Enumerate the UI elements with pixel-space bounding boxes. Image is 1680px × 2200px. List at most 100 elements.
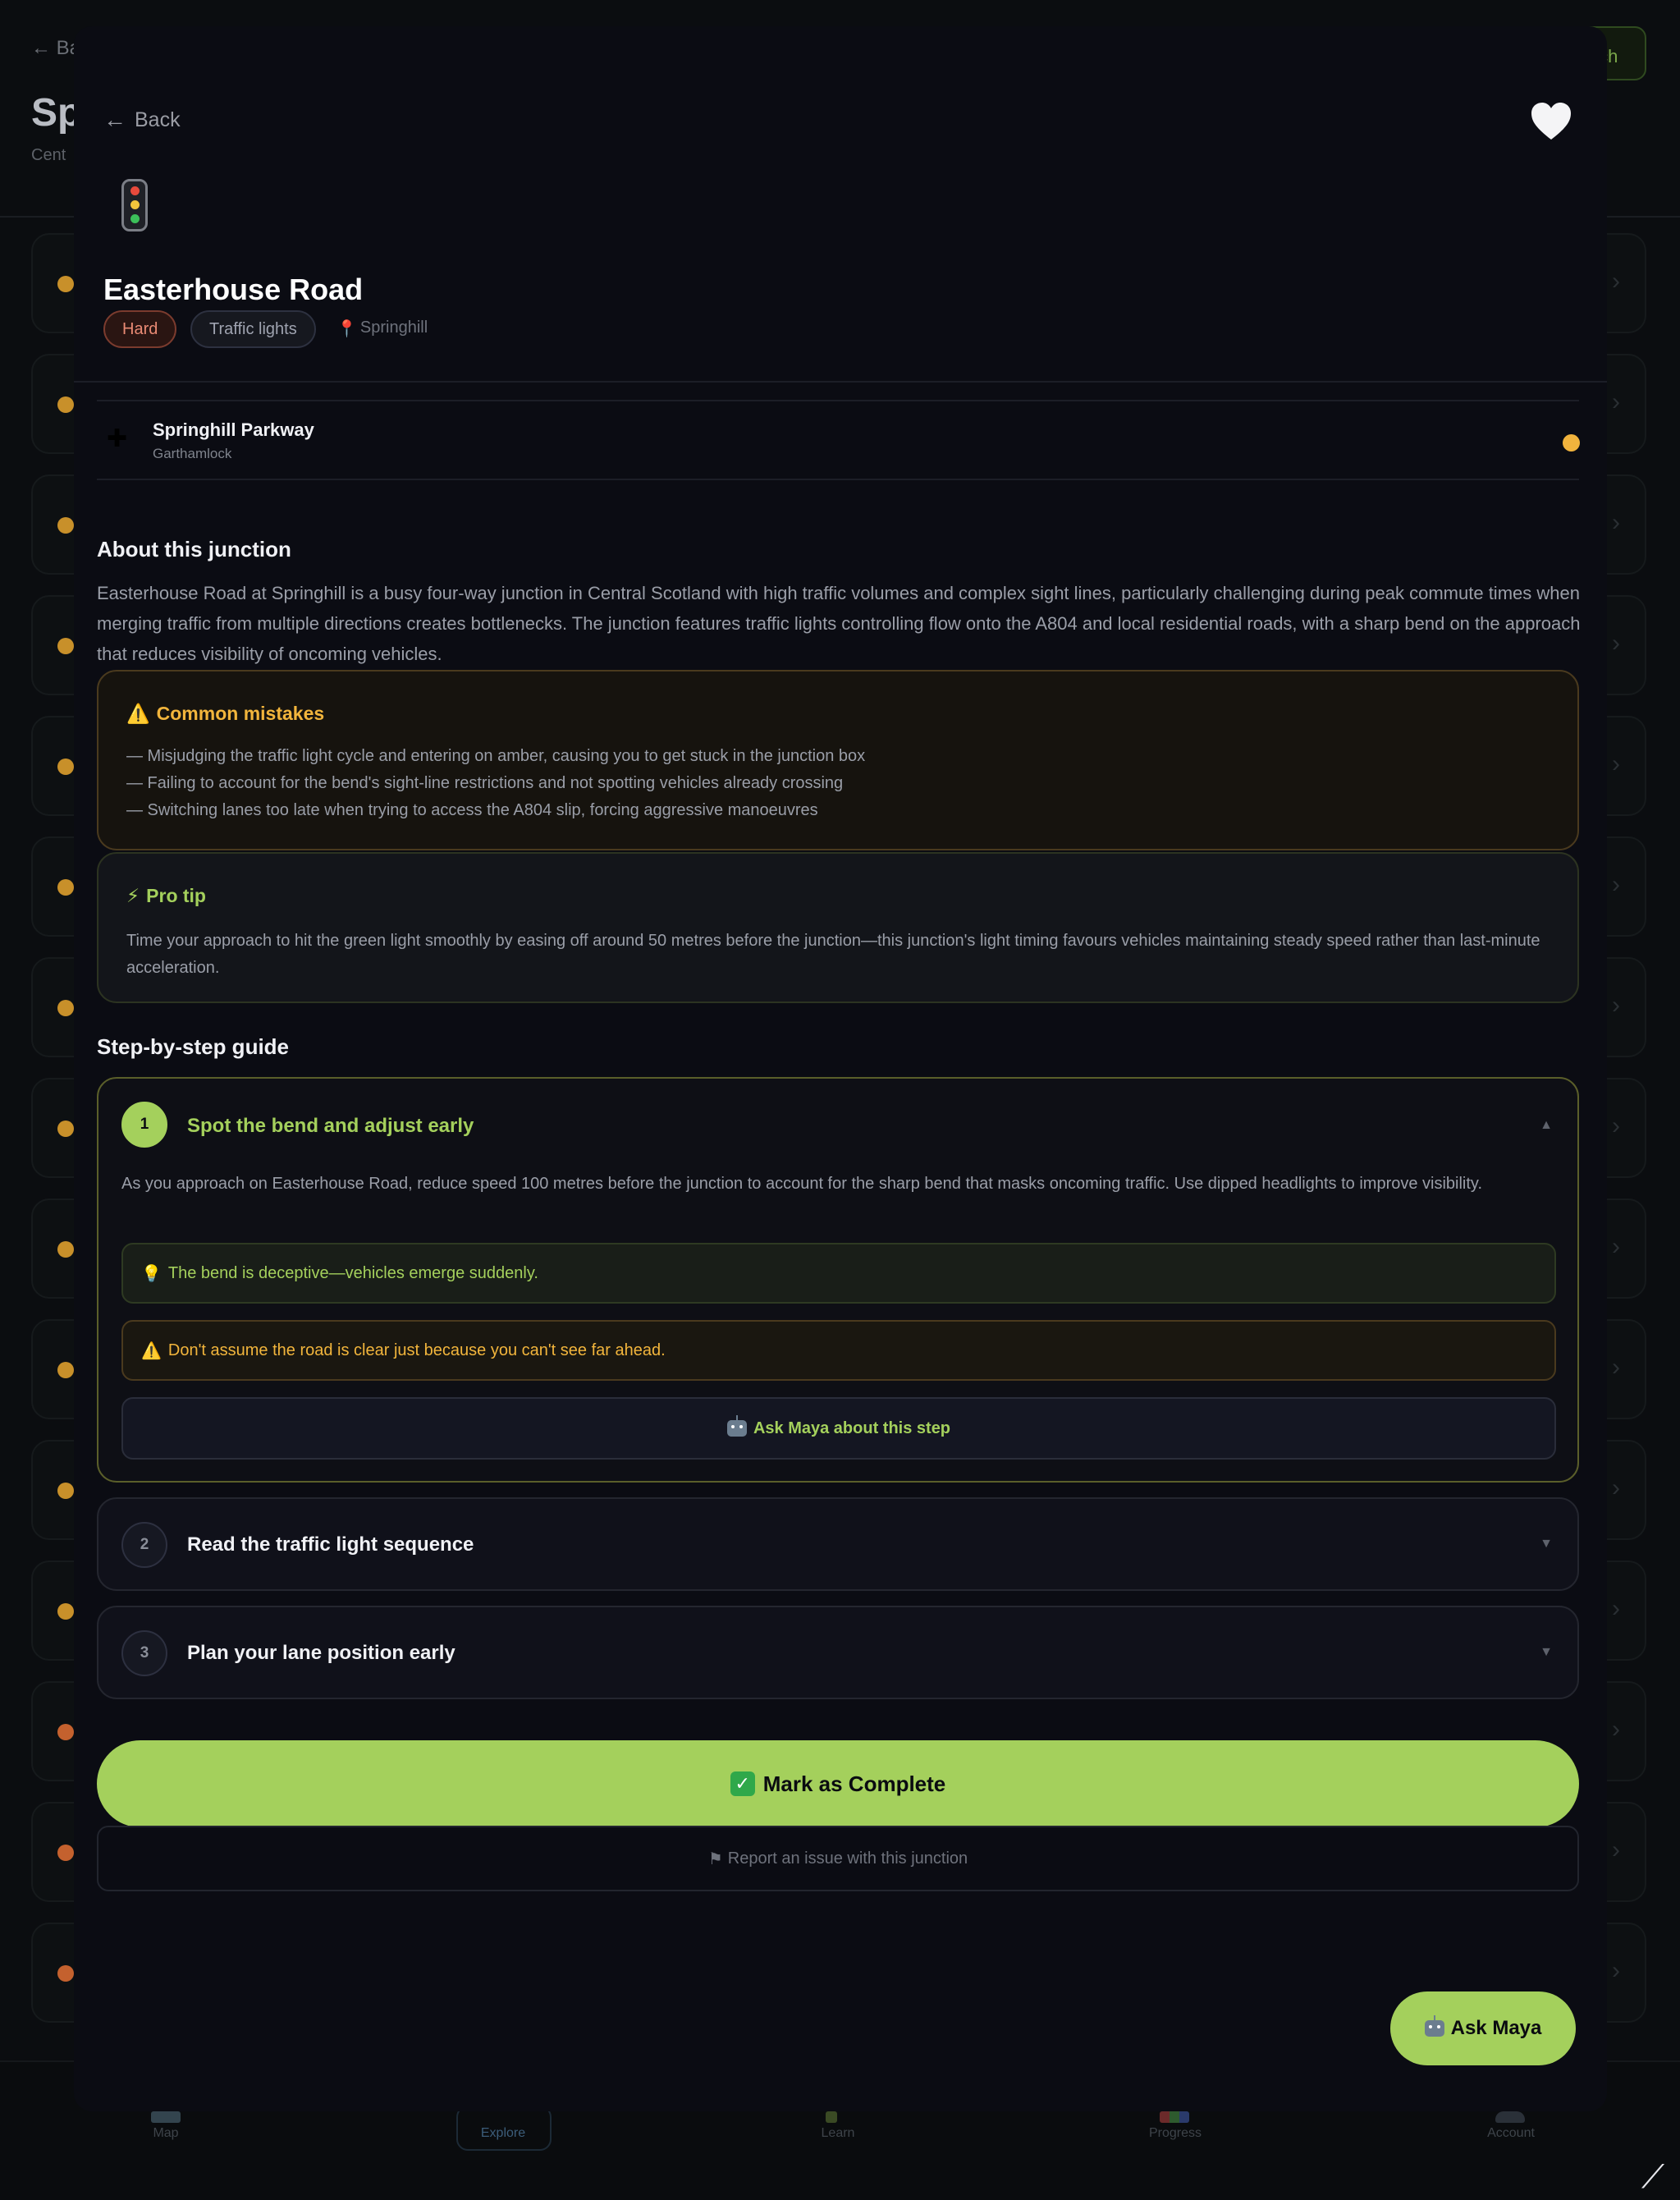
status-dot: [57, 1241, 74, 1258]
location-text: Springhill: [359, 319, 428, 337]
mistakes-heading-row: ⚠️ Common mistakes: [126, 703, 324, 725]
step-card-2[interactable]: 2 Read the traffic light sequence ▼: [97, 1497, 1579, 1591]
tip-heading-row: ⚡ Pro tip: [126, 885, 206, 907]
lightning-icon: ⚡: [126, 885, 140, 906]
junction-title: Easterhouse Road: [103, 273, 364, 306]
chevron-right-icon: ›: [1612, 1354, 1620, 1381]
chevron-right-icon: ›: [1612, 509, 1620, 536]
nearby-status-dot: [1563, 434, 1580, 451]
plus-icon: ✚: [107, 425, 128, 452]
flag-icon: [826, 2111, 837, 2123]
pin-icon: 📍: [336, 320, 357, 338]
chevron-right-icon: ›: [1612, 388, 1620, 415]
nav-learn[interactable]: Learn: [756, 2126, 920, 2141]
status-dot: [57, 1483, 74, 1499]
status-dot: [57, 759, 74, 775]
corner-glyph-icon: ⟋: [1641, 2159, 1664, 2195]
step-title: Spot the bend and adjust early: [187, 1115, 474, 1137]
ask-maya-label: Ask Maya: [1450, 2017, 1542, 2039]
junction-type-badge: Traffic lights: [190, 310, 316, 348]
header-divider: [74, 381, 1607, 383]
step-hint: 💡 The bend is deceptive—vehicles emerge …: [121, 1243, 1556, 1304]
step-title: Plan your lane position early: [187, 1642, 455, 1664]
back-label: Back: [135, 108, 181, 131]
chart-icon: [1160, 2111, 1189, 2123]
report-issue-label: Report an issue with this junction: [727, 1849, 968, 1868]
back-button[interactable]: ← Back: [103, 107, 181, 133]
chevron-right-icon: ›: [1612, 1836, 1620, 1863]
step-number: 2: [121, 1522, 167, 1568]
chevron-right-icon: ›: [1612, 1233, 1620, 1260]
status-dot: [57, 1845, 74, 1861]
guide-heading: Step-by-step guide: [97, 1034, 290, 1059]
chevron-right-icon: ›: [1612, 1595, 1620, 1622]
chevron-right-icon: ›: [1612, 630, 1620, 657]
mistake-item: — Switching lanes too late when trying t…: [126, 801, 818, 819]
flag-icon: ⚑: [707, 1849, 723, 1868]
status-dot: [57, 1724, 74, 1740]
step-hint-text: The bend is deceptive—vehicles emerge su…: [167, 1263, 538, 1282]
ask-maya-step-button[interactable]: Ask Maya about this step: [121, 1397, 1556, 1460]
step-title: Read the traffic light sequence: [187, 1533, 474, 1556]
chevron-down-icon[interactable]: ▼: [1540, 1537, 1553, 1551]
warning-icon: ⚠️: [141, 1341, 162, 1360]
ask-maya-step-label: Ask Maya about this step: [753, 1419, 951, 1437]
nav-map[interactable]: Map: [84, 2126, 248, 2141]
step-card-1[interactable]: 1 Spot the bend and adjust early ▲ As yo…: [97, 1077, 1579, 1483]
status-dot: [57, 1000, 74, 1016]
chevron-right-icon: ›: [1612, 871, 1620, 898]
status-dot: [57, 276, 74, 292]
chevron-right-icon: ›: [1612, 750, 1620, 777]
status-dot: [57, 517, 74, 534]
tip-heading: Pro tip: [146, 885, 206, 906]
common-mistakes-box: ⚠️ Common mistakes — Misjudging the traf…: [97, 670, 1579, 850]
nav-explore[interactable]: Explore: [421, 2126, 585, 2141]
junction-detail-modal: ← Back Easterhouse Road Hard Traffic lig…: [74, 26, 1607, 2111]
nearby-junction-area: Garthamlock: [153, 446, 232, 461]
status-dot: [57, 1965, 74, 1982]
mark-complete-button[interactable]: ✓ Mark as Complete: [97, 1740, 1579, 1827]
nav-account[interactable]: Account: [1429, 2126, 1593, 2141]
step-number: 1: [121, 1102, 167, 1148]
chevron-right-icon: ›: [1612, 1112, 1620, 1139]
chevron-right-icon: ›: [1612, 1474, 1620, 1501]
background-subtitle: Cent: [31, 146, 66, 164]
robot-icon: [726, 1415, 747, 1437]
chevron-right-icon: ›: [1612, 1716, 1620, 1743]
chevron-right-icon: ›: [1612, 1957, 1620, 1984]
status-dot: [57, 879, 74, 896]
mistake-item: — Failing to account for the bend's sigh…: [126, 774, 844, 792]
step-warning: ⚠️ Don't assume the road is clear just b…: [121, 1320, 1556, 1381]
tip-text: Time your approach to hit the green ligh…: [126, 932, 1540, 977]
lightbulb-icon: 💡: [141, 1264, 162, 1283]
status-dot: [57, 1603, 74, 1620]
chevron-right-icon: ›: [1612, 268, 1620, 295]
pro-tip-box: ⚡ Pro tip Time your approach to hit the …: [97, 852, 1579, 1003]
mistake-item: — Misjudging the traffic light cycle and…: [126, 747, 866, 765]
account-icon: [1495, 2111, 1525, 2123]
nearby-junction-name: Springhill Parkway: [153, 419, 314, 440]
back-arrow-icon: ←: [103, 107, 126, 132]
nav-progress[interactable]: Progress: [1093, 2126, 1257, 2141]
difficulty-badge: Hard: [103, 310, 177, 348]
traffic-light-icon: [121, 179, 148, 231]
mark-complete-label: Mark as Complete: [762, 1771, 946, 1796]
status-dot: [57, 638, 74, 654]
status-dot: [57, 1362, 74, 1378]
chevron-right-icon: ›: [1612, 992, 1620, 1019]
chevron-up-icon[interactable]: ▲: [1540, 1118, 1553, 1133]
step-number: 3: [121, 1630, 167, 1676]
nearby-junction-row[interactable]: ✚ Springhill Parkway Garthamlock: [97, 400, 1580, 480]
chevron-down-icon[interactable]: ▼: [1540, 1645, 1553, 1660]
ask-maya-fab[interactable]: Ask Maya: [1390, 1991, 1576, 2065]
step-warning-text: Don't assume the road is clear just beca…: [167, 1341, 666, 1359]
warning-icon: ⚠️: [126, 703, 150, 724]
about-heading: About this junction: [97, 537, 291, 561]
heart-icon[interactable]: [1528, 99, 1574, 144]
about-text: Easterhouse Road at Springhill is a busy…: [97, 583, 1581, 664]
mistakes-heading: Common mistakes: [156, 703, 325, 724]
map-icon: [151, 2111, 181, 2123]
status-dot: [57, 396, 74, 413]
step-card-3[interactable]: 3 Plan your lane position early ▼: [97, 1606, 1579, 1699]
report-issue-button[interactable]: ⚑ Report an issue with this junction: [97, 1826, 1579, 1891]
